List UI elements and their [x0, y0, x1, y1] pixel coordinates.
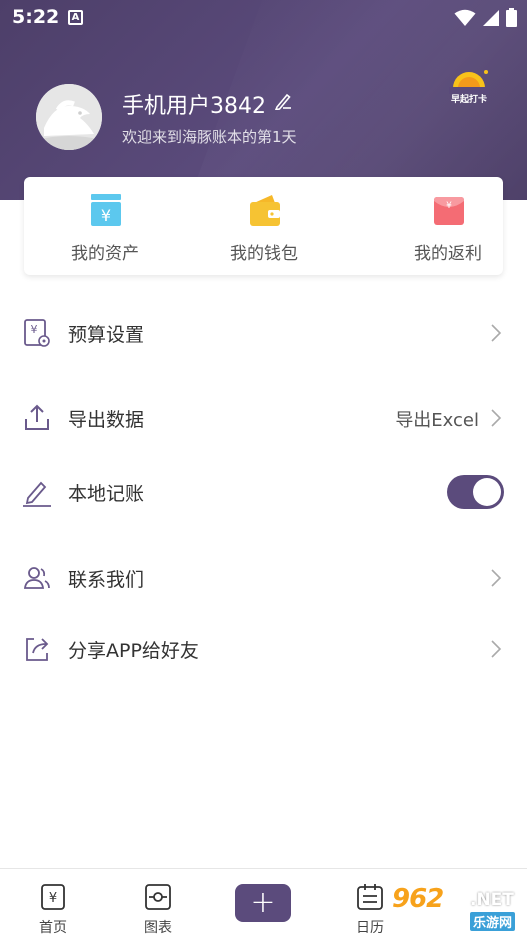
share-label: 分享APP给好友	[68, 640, 199, 662]
watermark-brand: 962	[392, 884, 444, 914]
my-rebate-label: 我的返利	[414, 244, 482, 264]
my-wallet-label: 我的钱包	[230, 244, 298, 264]
welcome-text: 欢迎来到海豚账本的第1天	[122, 128, 297, 146]
wifi-icon	[454, 9, 476, 26]
budget-label: 预算设置	[68, 324, 145, 346]
home-ledger-icon: ¥	[41, 884, 65, 910]
menu-contact-us[interactable]: 联系我们	[0, 547, 527, 607]
svg-text:¥: ¥	[446, 201, 452, 211]
pencil-icon	[23, 481, 51, 507]
menu-export-data[interactable]: 导出数据 导出Excel	[0, 387, 527, 447]
edit-name-icon[interactable]	[274, 92, 292, 110]
add-icon: +	[250, 885, 276, 920]
budget-icon: ¥	[24, 319, 50, 347]
chart-icon	[145, 884, 171, 910]
profile-section: 手机用户3842 欢迎来到海豚账本的第1天	[36, 84, 456, 152]
my-assets-button[interactable]: ¥ 我的资产	[45, 193, 165, 273]
menu-share-app[interactable]: 分享APP给好友	[0, 618, 527, 678]
system-icons	[454, 8, 517, 27]
watermark-net: .NET	[470, 890, 514, 910]
export-format-value: 导出Excel	[395, 410, 479, 431]
my-wallet-button[interactable]: 我的钱包	[204, 193, 324, 273]
menu-budget-settings[interactable]: ¥ 预算设置	[0, 302, 527, 362]
username: 手机用户3842	[122, 94, 266, 119]
chevron-right-icon	[491, 324, 502, 342]
local-bookkeeping-toggle[interactable]	[447, 475, 504, 509]
quick-actions-card: ¥ 我的资产 我的钱包 ¥ 我的返利	[24, 177, 503, 275]
export-label: 导出数据	[68, 409, 145, 431]
battery-icon	[506, 8, 517, 27]
notification-icon: A	[68, 10, 83, 25]
dolphin-avatar-icon	[36, 84, 102, 150]
avatar[interactable]	[36, 84, 102, 150]
watermark-logo: 962 .NET 乐游网	[388, 882, 524, 936]
my-rebate-button[interactable]: ¥ 我的返利	[388, 193, 508, 273]
sunrise-icon	[449, 70, 489, 104]
my-assets-label: 我的资产	[71, 244, 139, 264]
wallet-icon	[250, 195, 280, 226]
chevron-right-icon	[491, 640, 502, 658]
menu-local-bookkeeping: 本地记账	[0, 461, 527, 521]
calendar-icon	[357, 884, 383, 910]
chevron-right-icon	[491, 569, 502, 587]
svg-text:¥: ¥	[31, 323, 38, 336]
checkin-button[interactable]: 早起打卡	[446, 66, 492, 106]
local-bookkeeping-label: 本地记账	[68, 483, 145, 505]
status-time: 5:22	[12, 6, 60, 28]
nav-home[interactable]: ¥ 首页	[23, 881, 83, 938]
add-record-button[interactable]: +	[235, 884, 291, 922]
share-icon	[26, 638, 49, 661]
signal-icon	[483, 9, 499, 26]
chevron-right-icon	[491, 409, 502, 427]
status-bar: 5:22 A	[0, 0, 527, 36]
checkin-label: 早起打卡	[450, 95, 487, 105]
nav-home-label: 首页	[39, 920, 67, 936]
nav-charts-label: 图表	[144, 920, 172, 936]
assets-icon: ¥	[91, 194, 121, 226]
nav-charts[interactable]: 图表	[128, 881, 188, 938]
svg-text:¥: ¥	[101, 206, 111, 225]
toggle-knob	[473, 478, 501, 506]
export-icon	[25, 404, 49, 430]
contacts-icon	[23, 567, 50, 589]
contact-label: 联系我们	[68, 569, 145, 591]
rebate-icon: ¥	[434, 197, 464, 225]
svg-text:¥: ¥	[49, 891, 57, 906]
watermark-subtitle: 乐游网	[470, 912, 516, 931]
